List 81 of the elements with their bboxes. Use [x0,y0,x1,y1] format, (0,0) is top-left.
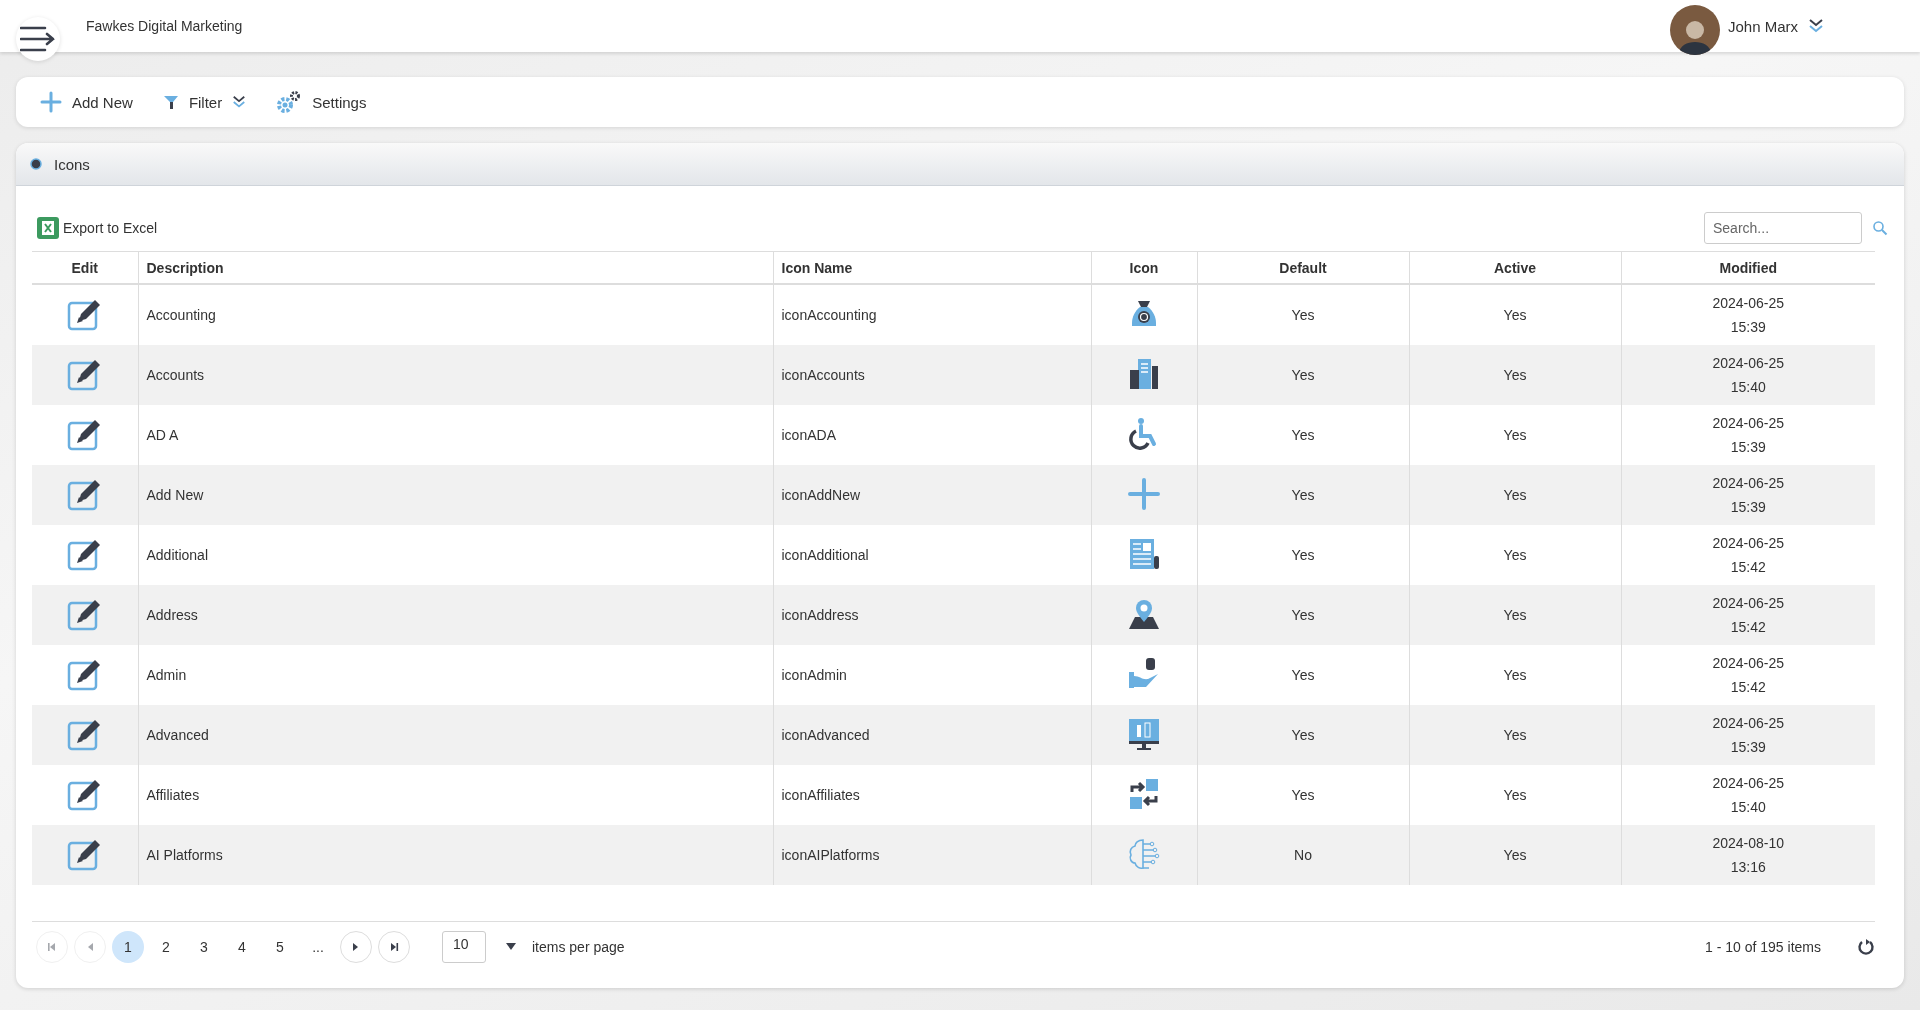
page-button[interactable]: 4 [226,931,258,963]
table-cell-text: Accounting [146,306,216,325]
table-cell-text: 2024-06-25 15:39 [1712,714,1785,757]
table-cell-text: 2024-06-25 15:42 [1712,594,1785,637]
table-cell-text: Yes [1291,306,1315,325]
user-menu[interactable]: John Marx [1727,17,1824,35]
table-cell-text: Yes [1503,666,1527,685]
table-cell-text: Yes [1503,846,1527,865]
table-cell-text: Yes [1503,366,1527,385]
table-cell-text: 2024-06-25 15:39 [1712,414,1785,457]
double-chevron-icon[interactable] [1808,18,1824,34]
table-cell-text: Yes [1503,726,1527,745]
refresh-button[interactable] [1857,938,1875,956]
table-cell-text: iconADA [781,426,836,445]
gears-icon [276,90,303,114]
table-cell-text: Yes [1291,486,1315,505]
table-cell-text: Yes [1291,726,1315,745]
table-cell-text: Accounts [146,366,205,385]
table-cell-text: Affiliates [146,786,200,805]
table-cell-text: iconAdditional [781,546,869,565]
table-cell-text: No [1294,846,1312,865]
export-to-excel-button[interactable]: Export to Excel [32,216,162,240]
user-avatar [1669,5,1720,55]
page-button[interactable]: ... [302,931,334,963]
table-cell-text: 2024-06-25 15:42 [1712,654,1785,697]
last-page-icon[interactable] [389,942,399,952]
table-cell-text: iconAdmin [781,666,847,685]
table-cell-text: 2024-06-25 15:40 [1712,774,1785,817]
spreadsheet-icon[interactable] [36,216,60,240]
page-button[interactable]: 3 [188,931,220,963]
page-button[interactable]: 5 [264,931,296,963]
table-cell-text: Yes [1291,786,1315,805]
table-cell-text: 2024-06-25 15:42 [1712,534,1785,577]
table-cell-text: Yes [1503,426,1527,445]
table-cell-text: Yes [1503,786,1527,805]
funnel-icon [162,94,179,110]
table-cell-text: 2024-06-25 15:39 [1712,474,1785,517]
table-cell-text: AI Platforms [146,846,223,865]
menu-button[interactable] [16,17,60,61]
table-cell-text: iconAffiliates [781,786,860,805]
table-cell-text: Yes [1503,546,1527,565]
add-new-button[interactable]: Add New [36,87,137,117]
panel-title: Icons [54,155,90,173]
table-cell-text: 2024-06-25 15:39 [1712,294,1785,337]
pager-summary: 1 - 10 of 195 items [1705,939,1821,955]
table-cell-text: Yes [1291,606,1315,625]
search-field[interactable]: Search... [1704,212,1862,244]
table-cell-text: Advanced [146,726,209,745]
table-cell-text: Address [146,606,198,625]
plus-icon [1126,475,1162,512]
table-cell-text: Yes [1291,546,1315,565]
page-button[interactable]: 1 [112,931,144,963]
table-cell-text: iconAIPlatforms [781,846,880,865]
table-cell-text: iconAddress [781,606,859,625]
table-cell-text: Yes [1291,426,1315,445]
last-page-button[interactable] [378,931,410,963]
plus-icon [40,91,62,113]
company-name: Fawkes Digital Marketing [86,18,243,34]
settings-button[interactable]: Settings [272,86,371,118]
table-cell-text: 2024-08-10 13:16 [1712,834,1785,877]
table-cell-text: Yes [1503,306,1527,325]
table-cell-text: Yes [1503,606,1527,625]
page-size-label: items per page [532,939,625,955]
table-cell-text: iconAccounts [781,366,865,385]
table-cell-text: Yes [1503,486,1527,505]
table-cell-text: Add New [146,486,204,505]
table-cell-text: iconAccounting [781,306,877,325]
filter-button[interactable]: Filter [158,89,251,115]
dot-icon [30,158,42,170]
caret-icon[interactable] [506,943,516,951]
page-size-field[interactable]: 10 [442,931,486,963]
table-cell-text: 2024-06-25 15:40 [1712,354,1785,397]
table-cell-text: AD A [146,426,179,445]
table-cell-text: Admin [146,666,187,685]
table-cell-text: Additional [146,546,208,565]
double-chevron-icon[interactable] [232,95,247,109]
table-cell-text: iconAdvanced [781,726,870,745]
page-button[interactable]: 2 [150,931,182,963]
table-cell-text: iconAddNew [781,486,861,505]
table-cell-text: Yes [1291,366,1315,385]
table-cell-text: Yes [1291,666,1315,685]
